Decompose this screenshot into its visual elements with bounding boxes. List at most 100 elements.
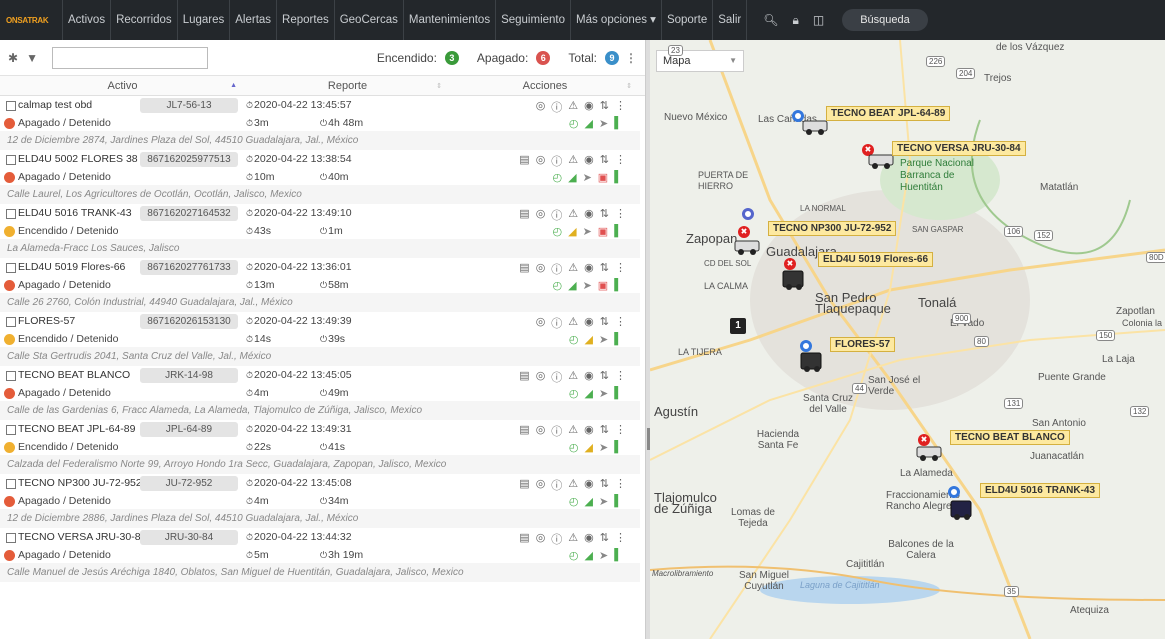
locate-icon[interactable]: ◎ — [536, 531, 546, 547]
route-icon[interactable]: ⇅ — [600, 369, 609, 385]
search-icon[interactable]: 🔍︎ — [763, 13, 778, 27]
view-icon[interactable]: ◉ — [584, 261, 594, 277]
view-icon[interactable]: ◉ — [584, 99, 594, 115]
map-cluster-marker[interactable]: 1 — [730, 318, 746, 334]
row-checkbox[interactable] — [6, 371, 16, 381]
table-row[interactable]: TECNO VERSA JRU-30-84 JRU-30-84 Apagado … — [0, 528, 640, 582]
truck-marker-icon[interactable] — [782, 270, 810, 290]
document-icon[interactable]: ▤ — [519, 153, 529, 169]
nav-geocercas[interactable]: GeoCercas — [335, 0, 404, 40]
route-icon[interactable]: ⇅ — [600, 423, 609, 439]
vehicle-map-label[interactable]: ELD4U 5016 TRANK-43 — [980, 483, 1101, 498]
warning-icon[interactable]: ⚠ — [568, 99, 578, 115]
route-icon[interactable]: ⇅ — [600, 531, 609, 547]
app-logo[interactable]: ONSATRAK — [0, 0, 62, 40]
vehicle-map-label[interactable]: TECNO VERSA JRU-30-84 — [892, 141, 1026, 156]
vehicle-name[interactable]: TECNO NP300 JU-72-952 — [18, 477, 142, 489]
locate-icon[interactable]: ◎ — [536, 261, 546, 277]
filter-input[interactable] — [51, 46, 208, 69]
truck-marker-icon[interactable] — [916, 442, 944, 462]
table-row[interactable]: calmap test obd JL7-56-13 Apagado / Dete… — [0, 96, 640, 150]
locate-icon[interactable]: ◎ — [536, 477, 546, 493]
map-view[interactable]: Mapa ▼ Las Cañadas Nuevo México PUERTA DE… — [650, 40, 1165, 639]
document-icon[interactable]: ▤ — [519, 207, 529, 223]
vehicle-name[interactable]: ELD4U 5019 Flores-66 — [18, 261, 125, 273]
encendido-count-badge[interactable]: 3 — [444, 50, 459, 65]
row-checkbox[interactable] — [6, 317, 16, 327]
truck-marker-icon[interactable] — [800, 352, 828, 372]
route-icon[interactable]: ⇅ — [600, 477, 609, 493]
warning-icon[interactable]: ⚠ — [568, 153, 578, 169]
row-checkbox[interactable] — [6, 479, 16, 489]
locate-icon[interactable]: ◎ — [536, 315, 546, 331]
vehicle-map-label[interactable]: TECNO NP300 JU-72-952 — [768, 221, 897, 236]
nav-salir[interactable]: Salir — [713, 0, 748, 40]
truck-marker-icon[interactable] — [950, 500, 978, 520]
panel-toggle-icon[interactable]: ◫ — [813, 13, 824, 27]
locate-icon[interactable]: ◎ — [536, 207, 546, 223]
col-reporte[interactable]: Reporte ⇕ — [245, 76, 450, 95]
route-icon[interactable]: ⇅ — [600, 315, 609, 331]
route-icon[interactable]: ⇅ — [600, 207, 609, 223]
document-icon[interactable]: ▤ — [519, 261, 529, 277]
row-more-icon[interactable]: ⋮ — [615, 477, 626, 493]
nav-recorridos[interactable]: Recorridos — [111, 0, 178, 40]
view-icon[interactable]: ◉ — [584, 423, 594, 439]
vehicle-map-label[interactable]: TECNO BEAT BLANCO — [950, 430, 1070, 445]
vehicle-name[interactable]: TECNO BEAT JPL-64-89 — [18, 423, 135, 435]
nav-seguimiento[interactable]: Seguimiento — [496, 0, 572, 40]
locate-icon[interactable]: ◎ — [536, 99, 546, 115]
alert-icon[interactable]: ⓘ — [551, 207, 562, 223]
view-icon[interactable]: ◉ — [584, 207, 594, 223]
warning-icon[interactable]: ⚠ — [568, 261, 578, 277]
table-row[interactable]: ELD4U 5002 FLORES 38 867162025977513 Apa… — [0, 150, 640, 204]
view-icon[interactable]: ◉ — [584, 153, 594, 169]
truck-marker-icon[interactable] — [734, 236, 762, 256]
view-icon[interactable]: ◉ — [584, 369, 594, 385]
map-pin-icon[interactable] — [800, 340, 812, 352]
row-checkbox[interactable] — [6, 533, 16, 543]
nav-alertas[interactable]: Alertas — [230, 0, 278, 40]
table-row[interactable]: ELD4U 5016 TRANK-43 867162027164532 Ence… — [0, 204, 640, 258]
vehicle-map-label[interactable]: ELD4U 5019 Flores-66 — [818, 252, 934, 267]
locate-icon[interactable]: ◎ — [536, 369, 546, 385]
table-row[interactable]: TECNO BEAT BLANCO JRK-14-98 Apagado / De… — [0, 366, 640, 420]
view-icon[interactable]: ◉ — [584, 531, 594, 547]
alert-icon[interactable]: ⓘ — [551, 477, 562, 493]
document-icon[interactable]: ▤ — [519, 369, 529, 385]
alert-icon[interactable]: ⓘ — [551, 153, 562, 169]
vehicle-name[interactable]: TECNO VERSA JRU-30-84 — [18, 531, 146, 543]
document-icon[interactable]: ▤ — [519, 477, 529, 493]
nav-reportes[interactable]: Reportes — [277, 0, 335, 40]
map-pin-icon[interactable] — [742, 208, 754, 220]
col-acciones[interactable]: Acciones ⇕ — [450, 76, 640, 95]
row-more-icon[interactable]: ⋮ — [615, 369, 626, 385]
alert-pin-icon[interactable]: ✖ — [784, 258, 796, 270]
alert-icon[interactable]: ⓘ — [551, 99, 562, 115]
settings-icon[interactable]: ✱ — [8, 51, 18, 65]
route-icon[interactable]: ⇅ — [600, 99, 609, 115]
vehicle-name[interactable]: TECNO BEAT BLANCO — [18, 369, 130, 381]
route-icon[interactable]: ⇅ — [600, 261, 609, 277]
row-more-icon[interactable]: ⋮ — [615, 99, 626, 115]
locate-icon[interactable]: ◎ — [536, 423, 546, 439]
filter-icon[interactable]: ▼ — [26, 51, 38, 65]
vehicle-name[interactable]: calmap test obd — [18, 99, 92, 111]
row-more-icon[interactable]: ⋮ — [615, 531, 626, 547]
warning-icon[interactable]: ⚠ — [568, 531, 578, 547]
row-checkbox[interactable] — [6, 425, 16, 435]
row-checkbox[interactable] — [6, 155, 16, 165]
alert-icon[interactable]: ⓘ — [551, 423, 562, 439]
warning-icon[interactable]: ⚠ — [568, 315, 578, 331]
apagado-count-badge[interactable]: 6 — [536, 50, 551, 65]
col-activo[interactable]: Activo ▲ — [0, 76, 245, 95]
nav-mas-opciones[interactable]: Más opciones ▾ — [571, 0, 662, 40]
view-icon[interactable]: ◉ — [584, 477, 594, 493]
table-row[interactable]: FLORES-57 867162026153130 Encendido / De… — [0, 312, 640, 366]
lock-icon[interactable]: 🔒︎ — [792, 13, 798, 28]
locate-icon[interactable]: ◎ — [536, 153, 546, 169]
map-pin-icon[interactable] — [948, 486, 960, 498]
view-icon[interactable]: ◉ — [584, 315, 594, 331]
row-more-icon[interactable]: ⋮ — [615, 153, 626, 169]
table-row[interactable]: TECNO NP300 JU-72-952 JU-72-952 Apagado … — [0, 474, 640, 528]
